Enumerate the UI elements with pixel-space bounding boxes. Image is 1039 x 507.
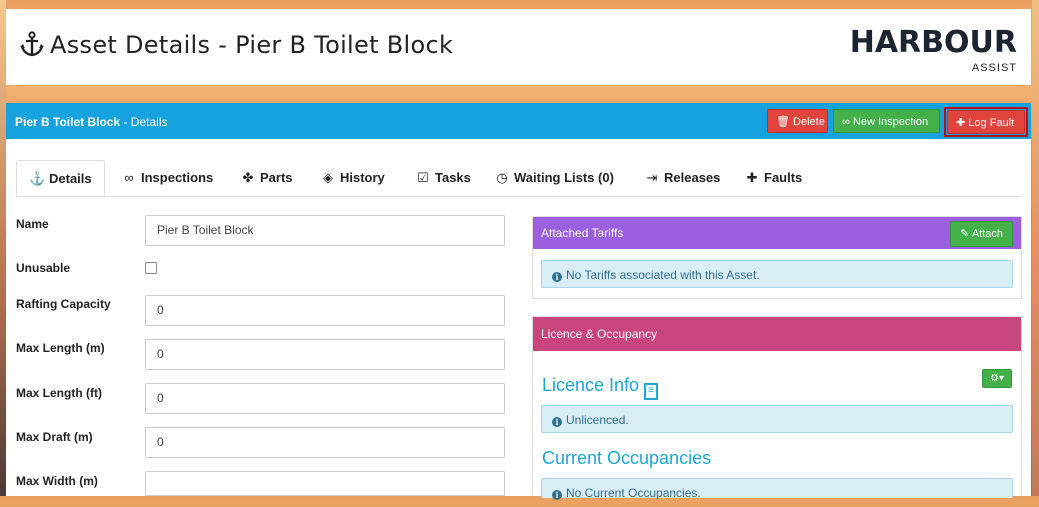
medkit-icon: ✚ xyxy=(956,117,966,129)
background-right-edge xyxy=(1032,0,1039,496)
max-draft-input[interactable]: 0 xyxy=(145,427,505,458)
max-length-ft-input[interactable]: 0 xyxy=(145,383,505,414)
id-card-icon[interactable]: ≡ xyxy=(644,383,659,400)
max-length-m-input[interactable]: 0 xyxy=(145,339,505,370)
log-fault-button[interactable]: ✚ Log Fault xyxy=(947,110,1025,134)
asset-tabs: ⚓ Details ∞ Inspections ✤ Parts ◈ History ☑ T… xyxy=(16,160,1021,197)
tab-inspections[interactable]: ∞ Inspections xyxy=(121,160,213,196)
tab-faults-label: Faults xyxy=(764,170,803,185)
clipboard-check-icon: ☑ xyxy=(417,170,429,185)
info-icon: i xyxy=(552,417,562,427)
page-title-text: Asset Details - Pier B Toilet Block xyxy=(50,31,454,59)
no-tariffs-text: No Tariffs associated with this Asset. xyxy=(566,268,760,282)
max-draft-label: Max Draft (m) xyxy=(16,430,93,444)
panel-title-asset: Pier B Toilet Block xyxy=(15,115,121,129)
gear-icon: ⚙▾ xyxy=(990,373,1004,384)
tab-details-label: Details xyxy=(49,171,92,186)
glasses-icon: ∞ xyxy=(842,116,850,128)
tab-inspections-label: Inspections xyxy=(141,170,214,185)
logo-main-text: HARBOUR xyxy=(849,25,1017,60)
info-icon: i xyxy=(552,490,562,500)
tab-history-label: History xyxy=(340,170,385,185)
tab-tasks[interactable]: ☑ Tasks xyxy=(415,160,471,196)
panel-title: Pier B Toilet Block - Details xyxy=(15,115,167,129)
layers-icon: ◈ xyxy=(323,170,333,185)
attached-tariffs-box: Attached Tariffs ✎ Attach i No Tariffs as… xyxy=(532,216,1022,299)
attach-button[interactable]: ✎ Attach xyxy=(950,221,1013,247)
delete-button[interactable]: 🗑 Delete xyxy=(767,109,828,133)
no-occupancies-alert: i No Current Occupancies. xyxy=(541,478,1013,500)
licence-info-text: Licence Info xyxy=(542,375,640,395)
tab-parts-label: Parts xyxy=(260,170,293,185)
licence-info-title: Licence Info ≡ xyxy=(542,375,659,400)
new-inspection-label: New Inspection xyxy=(852,116,929,128)
medkit-icon: ✚ xyxy=(746,170,758,185)
new-inspection-button[interactable]: ∞ New Inspection xyxy=(833,109,940,133)
max-width-input[interactable] xyxy=(145,471,505,496)
licence-occupancy-box: Licence & Occupancy Licence Info ≡ ⚙▾ iU… xyxy=(532,316,1022,500)
tab-history[interactable]: ◈ History xyxy=(320,160,385,196)
name-input[interactable]: Pier B Toilet Block xyxy=(145,215,505,246)
log-fault-label: Log Fault xyxy=(968,117,1015,129)
rafting-capacity-input[interactable]: 0 xyxy=(145,295,505,326)
tab-waiting-lists-label: Waiting Lists (0) xyxy=(514,170,614,185)
info-icon: i xyxy=(552,272,562,282)
unlicenced-text: Unlicenced. xyxy=(566,413,629,427)
name-label: Name xyxy=(16,217,49,231)
trash-icon: 🗑 xyxy=(776,116,790,128)
tab-waiting-lists[interactable]: ◷ Waiting Lists (0) xyxy=(494,160,614,196)
logo-sub-text: ASSIST xyxy=(971,62,1017,74)
delete-label: Delete xyxy=(793,116,825,128)
attached-tariffs-heading: Attached Tariffs ✎ Attach xyxy=(533,217,1021,249)
licence-occupancy-title: Licence & Occupancy xyxy=(541,327,658,341)
tab-tasks-label: Tasks xyxy=(435,170,471,185)
clock-icon: ◷ xyxy=(496,170,508,185)
anchor-icon xyxy=(20,31,44,57)
tab-faults[interactable]: ✚ Faults xyxy=(744,160,803,196)
unusable-label: Unusable xyxy=(16,261,71,275)
unlicenced-alert: i Unlicenced. xyxy=(541,405,1013,433)
glasses-icon: ∞ xyxy=(124,170,134,185)
anchor-icon: ⚓ xyxy=(29,171,46,186)
max-length-m-label: Max Length (m) xyxy=(16,341,105,355)
licence-occupancy-heading: Licence & Occupancy xyxy=(533,317,1021,351)
sign-out-icon: ⇥ xyxy=(646,170,658,185)
panel-title-section: - Details xyxy=(120,115,168,129)
paperclip-icon: ✎ xyxy=(960,228,970,240)
no-occupancies-text: No Current Occupancies. xyxy=(566,486,701,500)
max-width-label: Max Width (m) xyxy=(16,474,98,488)
puzzle-icon: ✤ xyxy=(242,170,254,185)
no-tariffs-alert: i No Tariffs associated with this Asset. xyxy=(541,260,1013,288)
tab-releases[interactable]: ⇥ Releases xyxy=(644,160,721,196)
asset-panel: Pier B Toilet Block - Details 🗑 Delete ∞… xyxy=(6,103,1031,500)
licence-settings-dropdown[interactable]: ⚙▾ xyxy=(982,369,1012,388)
harbour-assist-logo: HARBOUR ASSIST xyxy=(850,25,1017,74)
page-title: Asset Details - Pier B Toilet Block xyxy=(20,31,453,59)
rafting-capacity-label: Rafting Capacity xyxy=(16,297,111,311)
current-occupancies-title: Current Occupancies xyxy=(542,448,712,468)
tab-releases-label: Releases xyxy=(664,170,721,185)
attached-tariffs-title: Attached Tariffs xyxy=(541,226,624,240)
max-length-ft-label: Max Length (ft) xyxy=(16,386,102,400)
panel-heading: Pier B Toilet Block - Details 🗑 Delete ∞… xyxy=(6,103,1031,139)
tab-details[interactable]: ⚓ Details xyxy=(16,160,105,196)
tab-parts[interactable]: ✤ Parts xyxy=(240,160,293,196)
unusable-checkbox[interactable] xyxy=(145,262,157,274)
page-header: Asset Details - Pier B Toilet Block HARB… xyxy=(6,9,1031,85)
attach-label: Attach xyxy=(971,228,1003,240)
